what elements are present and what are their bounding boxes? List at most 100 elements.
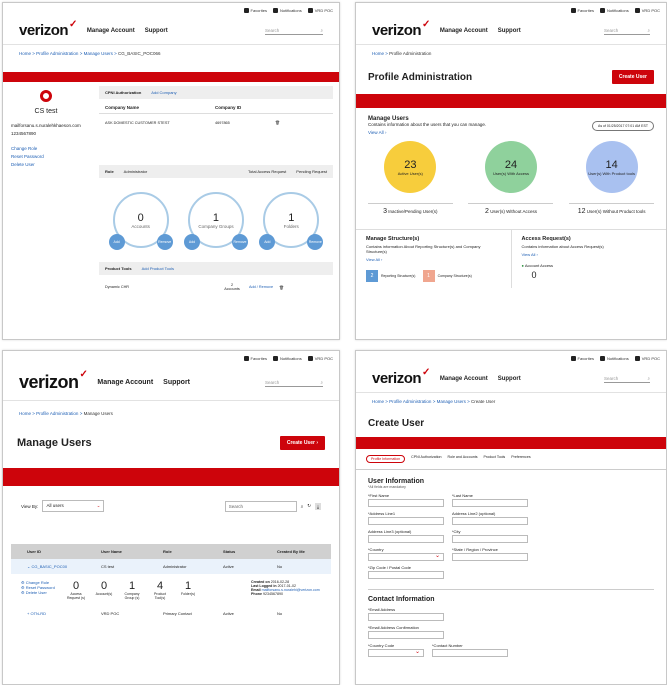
crumb-profile-admin[interactable]: Profile Administration <box>389 399 431 404</box>
company-table-header: Company Name Company ID <box>99 99 333 114</box>
notifications-link[interactable]: Notifications <box>599 355 629 361</box>
table-row[interactable]: + OTN-RD VRD POC Primary Contact Active … <box>11 606 331 621</box>
favorites-link[interactable]: Favorites <box>243 355 267 361</box>
verizon-logo[interactable]: verizon ✓ <box>372 367 430 387</box>
nav-support[interactable]: Support <box>145 28 168 34</box>
user-menu[interactable]: VRD POC <box>307 7 333 13</box>
view-all-link[interactable]: View All › <box>368 130 486 135</box>
reporting-structures-tile[interactable]: 2 Reporting Structure(s) <box>366 270 415 282</box>
last-name-field[interactable] <box>452 499 528 507</box>
crumb-manage-users[interactable]: Manage Users <box>84 51 113 56</box>
crumb-home[interactable]: Home <box>19 51 31 56</box>
view-by-select[interactable]: All users ⌄ <box>42 500 105 512</box>
company-structures-tile[interactable]: 1 Company Structure(s) <box>422 270 472 282</box>
users-with-tools-stat[interactable]: 14 User(s) With Product tools 12 User(s) … <box>567 141 657 215</box>
remove-button[interactable]: Remove <box>231 234 248 250</box>
tab-product-tools[interactable]: Product Tools <box>484 455 506 463</box>
tab-preferences[interactable]: Preferences <box>511 455 530 463</box>
table-row[interactable]: ⌄ CG_BASIC_POC00 CS test Administrator A… <box>11 559 331 574</box>
nav-manage-account[interactable]: Manage Account <box>440 28 488 34</box>
state-field[interactable] <box>452 553 528 561</box>
crumb-current: Create User <box>470 399 496 404</box>
bell-icon <box>272 7 278 13</box>
search-input[interactable]: Search ⌕ <box>265 379 323 387</box>
crumb-home[interactable]: Home <box>372 399 384 404</box>
favorites-link[interactable]: Favorites <box>243 7 267 13</box>
email-confirmation-field[interactable] <box>368 631 444 639</box>
search-input[interactable]: Search ⌕ <box>604 375 650 383</box>
user-detail-panel: Favorites Notifications VRD POC verizon ✓… <box>2 2 340 340</box>
tab-cpni-authorization[interactable]: CPNI Authorization <box>411 455 441 463</box>
active-users-stat[interactable]: 23 Active User(s) 3 Inactive/Pending User… <box>365 141 455 215</box>
notifications-link[interactable]: Notifications <box>272 355 302 361</box>
crumb-manage-users[interactable]: Manage Users <box>437 399 466 404</box>
remove-button[interactable]: Remove <box>307 234 324 250</box>
users-with-access-stat[interactable]: 24 User(s) With Access 2 User(s) Without … <box>466 141 556 215</box>
reset-password-link[interactable]: Reset Password <box>11 154 81 159</box>
check-icon: ✓ <box>422 19 430 30</box>
tab-cpni[interactable]: CPNI Authorization <box>105 90 141 95</box>
access-requests-section: Access Request(s) Contains information a… <box>512 230 667 288</box>
crumb-profile-admin[interactable]: Profile Administration <box>36 411 78 416</box>
verizon-logo[interactable]: verizon ✓ <box>372 19 430 39</box>
user-menu[interactable]: VRD POC <box>634 355 660 361</box>
favorites-link[interactable]: Favorites <box>570 7 594 13</box>
tab-profile-information[interactable]: Profile Information <box>366 455 406 463</box>
favorites-link[interactable]: Favorites <box>570 355 594 361</box>
crumb-profile-admin[interactable]: Profile Administration <box>36 51 78 56</box>
trash-icon[interactable]: 🗑 <box>279 285 284 290</box>
nav-support[interactable]: Support <box>498 376 521 382</box>
create-user-button[interactable]: Create User › <box>279 436 325 450</box>
download-icon[interactable]: ⤓ <box>315 502 321 510</box>
address-line3-field[interactable] <box>368 535 444 543</box>
verizon-logo[interactable]: verizon ✓ <box>19 19 77 39</box>
view-all-link[interactable]: View All › <box>522 252 657 257</box>
star-icon <box>243 7 249 13</box>
add-button[interactable]: Add <box>183 234 200 250</box>
remove-button[interactable]: Remove <box>156 234 173 250</box>
delete-user-link[interactable]: Delete User <box>11 162 81 167</box>
country-code-select[interactable] <box>368 648 424 657</box>
check-icon: ✓ <box>79 369 88 380</box>
nav-support[interactable]: Support <box>163 379 190 386</box>
refresh-icon[interactable]: ↻ <box>307 503 311 509</box>
crumb-home[interactable]: Home <box>19 411 31 416</box>
email-field[interactable] <box>368 613 444 621</box>
contact-number-field[interactable] <box>432 649 508 657</box>
screenshot-grid: Favorites Notifications VRD POC verizon ✓… <box>0 0 667 685</box>
create-user-button[interactable]: Create User <box>611 70 654 84</box>
nav-manage-account[interactable]: Manage Account <box>87 28 135 34</box>
country-select[interactable] <box>368 552 444 561</box>
first-name-field[interactable] <box>368 499 444 507</box>
search-input[interactable]: Search ⌕ <box>265 27 323 35</box>
trash-icon[interactable]: 🗑 <box>275 120 280 125</box>
search-input[interactable]: Search ⌕ <box>604 27 650 35</box>
zip-code-field[interactable] <box>368 571 444 579</box>
user-menu[interactable]: VRD POC <box>307 355 333 361</box>
crumb-home[interactable]: Home <box>372 51 384 56</box>
tab-role-and-accounts[interactable]: Role and Accounts <box>448 455 478 463</box>
site-header: verizon ✓ Manage Account Support Search ⌕ <box>356 17 666 45</box>
search-icon[interactable]: ⌕ <box>301 504 304 509</box>
delete-user-link[interactable]: ⚙ Delete User <box>21 590 65 595</box>
notifications-link[interactable]: Notifications <box>599 7 629 13</box>
change-role-link[interactable]: Change Role <box>11 146 81 151</box>
address-line2-field[interactable] <box>452 517 528 525</box>
add-button[interactable]: Add <box>108 234 125 250</box>
structures-and-requests: Manage Structure(s) Contains information… <box>356 229 666 288</box>
add-product-tools-link[interactable]: Add Product Tools <box>142 266 174 271</box>
nav-support[interactable]: Support <box>498 28 521 34</box>
verizon-logo[interactable]: verizon ✓ <box>19 369 88 393</box>
nav-manage-account[interactable]: Manage Account <box>97 379 153 386</box>
city-field[interactable] <box>452 535 528 543</box>
user-menu[interactable]: VRD POC <box>634 7 660 13</box>
add-button[interactable]: Add <box>259 234 276 250</box>
page-title: Profile Administration <box>368 71 473 83</box>
search-input[interactable]: Search <box>224 500 297 512</box>
red-banner <box>356 94 666 108</box>
add-remove-link[interactable]: Add / Remove <box>249 285 279 289</box>
notifications-link[interactable]: Notifications <box>272 7 302 13</box>
address-line1-field[interactable] <box>368 517 444 525</box>
tab-add-company[interactable]: Add Company <box>151 90 176 95</box>
nav-manage-account[interactable]: Manage Account <box>440 376 488 382</box>
